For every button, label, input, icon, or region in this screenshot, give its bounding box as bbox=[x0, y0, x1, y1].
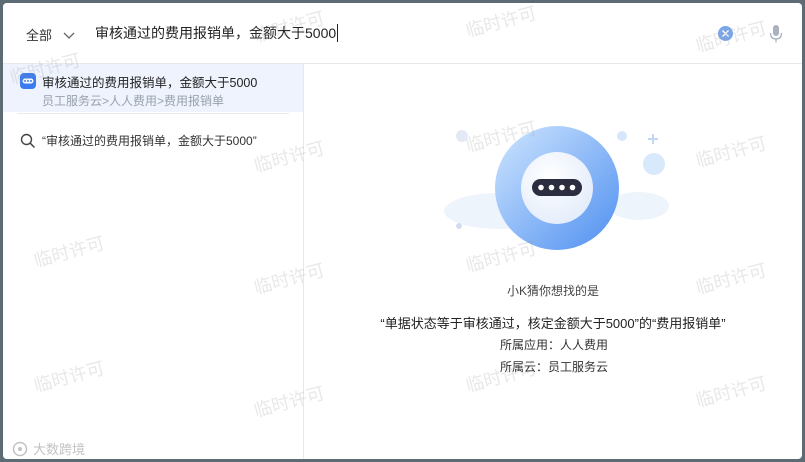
assistant-result: 小K猜你想找的是 “单据状态等于审核通过，核定金额大于5000”的“费用报销单”… bbox=[304, 64, 802, 459]
chevron-down-icon bbox=[63, 32, 75, 39]
search-input[interactable]: 审核通过的费用报销单，金额大于5000 bbox=[95, 23, 339, 43]
suggestion-item[interactable]: 审核通过的费用报销单，金额大于5000 员工服务云>人人费用>费用报销单 bbox=[3, 64, 303, 112]
corner-logo: 大数跨境 bbox=[11, 439, 85, 458]
close-icon bbox=[722, 30, 729, 37]
app-icon bbox=[20, 73, 36, 89]
scope-dropdown[interactable]: 全部 bbox=[26, 25, 76, 44]
search-query-text: 审核通过的费用报销单，金额大于5000 bbox=[95, 25, 337, 41]
guess-label: 小K猜你想找的是 bbox=[506, 284, 599, 298]
assistant-illustration bbox=[444, 126, 669, 250]
scope-label: 全部 bbox=[26, 28, 53, 43]
search-option-text: “审核通过的费用报销单，金额大于5000” bbox=[42, 134, 257, 148]
corner-logo-text: 大数跨境 bbox=[33, 442, 86, 457]
cloud-line: 所属云：员工服务云 bbox=[500, 360, 609, 374]
logo-icon bbox=[12, 441, 28, 456]
suggestion-title: 审核通过的费用报销单，金额大于5000 bbox=[42, 76, 258, 90]
search-panel: 全部 审核通过的费用报销单，金额大于5000 审核通过的费用报销单，金额大于50… bbox=[3, 3, 802, 459]
app-line: 所属应用：人人费用 bbox=[500, 338, 609, 352]
text-caret bbox=[337, 24, 339, 42]
dots-icon bbox=[22, 78, 34, 84]
divider bbox=[17, 113, 289, 114]
search-header: 全部 审核通过的费用报销单，金额大于5000 bbox=[3, 3, 802, 64]
search-option[interactable]: “审核通过的费用报销单，金额大于5000” bbox=[20, 132, 257, 149]
search-icon bbox=[20, 133, 36, 148]
microphone-icon[interactable] bbox=[768, 24, 784, 44]
answer-text[interactable]: “单据状态等于审核通过，核定金额大于5000”的“费用报销单” bbox=[304, 313, 802, 332]
clear-button[interactable] bbox=[718, 26, 733, 41]
results-list: 审核通过的费用报销单，金额大于5000 员工服务云>人人费用>费用报销单 “审核… bbox=[3, 64, 304, 459]
suggestion-path: 员工服务云>人人费用>费用报销单 bbox=[42, 94, 225, 108]
